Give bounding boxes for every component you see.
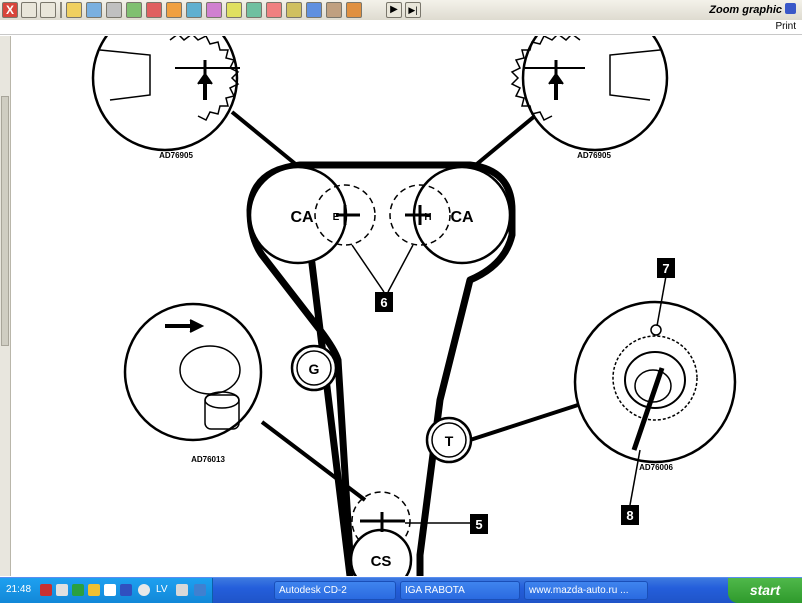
tray-arrow-icon[interactable] <box>138 584 150 596</box>
tray-app-3-icon[interactable] <box>194 584 206 596</box>
last-page-button[interactable]: ▶| <box>405 2 421 18</box>
tool-4-icon[interactable] <box>126 2 142 18</box>
task-iga-rabota[interactable]: IGA RABOTA <box>400 581 520 600</box>
antivirus-icon[interactable] <box>72 584 84 596</box>
cam-mark-right-label: H <box>424 212 431 223</box>
callout-8-label: 8 <box>626 508 633 523</box>
network-icon[interactable] <box>56 584 68 596</box>
tool-2-icon[interactable] <box>86 2 102 18</box>
tensioner-label: T <box>445 433 454 449</box>
volume-icon[interactable] <box>104 584 116 596</box>
window-title: Zoom graphic <box>709 3 796 16</box>
taskbar: 21:48 LV Autodesk CD-2 IGA RABOTA www.ma… <box>0 577 802 603</box>
callout-7-label: 7 <box>662 261 669 276</box>
crank-pulley-label: CS <box>371 553 392 570</box>
detail-label-right: AD76006 <box>639 463 673 472</box>
clock[interactable]: 21:48 <box>6 584 31 595</box>
menu-bar: Print <box>0 20 802 35</box>
tool-13-icon[interactable] <box>306 2 322 18</box>
cam-mark-left-label: E <box>333 212 340 223</box>
tool-11-icon[interactable] <box>266 2 282 18</box>
tool-15-icon[interactable] <box>346 2 362 18</box>
tool-8-icon[interactable] <box>206 2 222 18</box>
toolbar-separator <box>60 2 62 18</box>
leader-left <box>260 420 367 502</box>
tool-7-icon[interactable] <box>186 2 202 18</box>
detail-label-top-left: AD76905 <box>159 151 193 160</box>
tray-app-icon[interactable] <box>88 584 100 596</box>
cam-pulley-right-label: CA <box>450 209 474 226</box>
minimize-icon[interactable] <box>21 2 37 18</box>
detail-label-left: AD76013 <box>191 455 225 464</box>
callout-6-line-b <box>387 244 414 293</box>
close-button[interactable]: X <box>2 2 18 18</box>
detail-circle-top-left <box>91 36 239 152</box>
tool-14-icon[interactable] <box>326 2 342 18</box>
start-button[interactable]: start <box>728 578 802 603</box>
restore-icon[interactable] <box>40 2 56 18</box>
window-toolbar: X ▶ ▶| Zoom graphic <box>0 0 802 21</box>
language-indicator[interactable]: LV <box>156 584 168 595</box>
tool-5-icon[interactable] <box>146 2 162 18</box>
callout-6-line-a <box>351 244 385 293</box>
cam-pulley-left-label: CA <box>290 209 314 226</box>
tool-6-icon[interactable] <box>166 2 182 18</box>
callout-6-label: 6 <box>380 295 387 310</box>
tool-10-icon[interactable] <box>246 2 262 18</box>
print-menu-item[interactable]: Print <box>775 21 796 32</box>
tool-3-icon[interactable] <box>106 2 122 18</box>
tray-app-2-icon[interactable] <box>120 584 132 596</box>
keyboard-icon[interactable] <box>176 584 188 596</box>
callout-5-label: 5 <box>475 517 482 532</box>
flag-icon[interactable] <box>40 584 52 596</box>
leader-right <box>469 403 579 442</box>
system-tray: 21:48 LV <box>0 578 213 603</box>
idler-label: G <box>309 361 320 377</box>
tool-9-icon[interactable] <box>226 2 242 18</box>
timing-belt-diagram: CA CA E H G T CS AD76905 AD76905 AD76013… <box>91 36 737 576</box>
detail-circle-top-right <box>521 36 669 152</box>
task-browser[interactable]: www.mazda-auto.ru ... <box>524 581 648 600</box>
app-icon <box>785 3 796 14</box>
task-autodesk[interactable]: Autodesk CD-2 <box>274 581 396 600</box>
detail-label-top-right: AD76905 <box>577 151 611 160</box>
tool-1-icon[interactable] <box>66 2 82 18</box>
tool-12-icon[interactable] <box>286 2 302 18</box>
play-button[interactable]: ▶ <box>386 2 402 18</box>
